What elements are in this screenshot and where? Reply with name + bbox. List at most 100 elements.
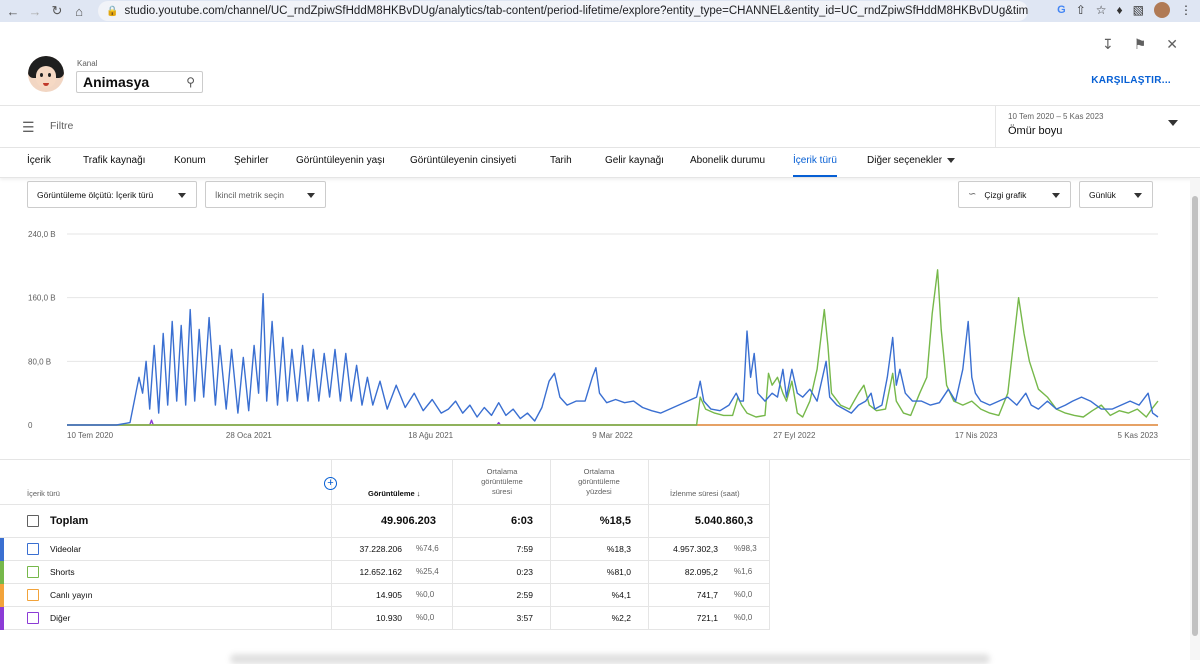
page-scrollbar[interactable] (1190, 178, 1200, 660)
row-watch-time: 741,7 (696, 590, 718, 600)
period-name: Ömür boyu (1008, 125, 1063, 137)
tab-traffic-source[interactable]: Trafik kaynağı (83, 155, 145, 166)
row-watch-pct: %1,6 (734, 567, 753, 576)
filter-icon[interactable]: ☰ (22, 119, 35, 136)
header-actions: ↧ ⚑ ✕ (1102, 36, 1178, 53)
tab-viewer-age[interactable]: Görüntüleyenin yaşı (296, 155, 385, 166)
filter-bar: ☰ Filtre 10 Tem 2020 – 5 Kas 2023 Ömür b… (0, 106, 1200, 148)
header-avg-duration[interactable]: Ortalama görüntüleme süresi (462, 467, 542, 497)
back-icon[interactable]: ← (2, 0, 24, 22)
tab-content[interactable]: İçerik (27, 155, 51, 166)
row-label: Diğer (50, 613, 71, 623)
row-watch-time: 4.957.302,3 (673, 544, 718, 554)
address-bar[interactable]: 🔒 studio.youtube.com/channel/UC_rndZpiwS… (98, 1, 1028, 21)
total-views: 49.906.203 (380, 515, 436, 527)
header-avg-percent[interactable]: Ortalama görüntüleme yüzdesi (558, 467, 640, 497)
row-views-pct: %25,4 (416, 567, 439, 576)
header-content-type: İçerik türü (27, 489, 60, 498)
tab-content-type[interactable]: İçerik türü (793, 155, 837, 166)
sort-down-icon: ↓ (416, 489, 421, 498)
row-views-pct: %0,0 (416, 613, 435, 622)
x-tick-label: 27 Eyl 2022 (773, 431, 816, 440)
total-label: Toplam (50, 515, 89, 527)
row-checkbox[interactable] (27, 566, 39, 578)
y-tick-label: 160,0 B (28, 294, 56, 303)
feedback-icon[interactable]: ⚑ (1134, 36, 1147, 53)
row-checkbox[interactable] (27, 543, 39, 555)
row-avg-percent: %18,3 (606, 544, 631, 554)
profile-avatar[interactable] (1154, 2, 1170, 18)
tab-date[interactable]: Tarih (550, 155, 572, 166)
row-label: Shorts (50, 567, 75, 577)
y-tick-label: 0 (28, 421, 33, 430)
y-tick-label: 240,0 B (28, 230, 56, 239)
table-row[interactable]: Diğer 10.930 %0,0 3:57 %2,2 721,1 %0,0 (0, 607, 770, 630)
metric-select[interactable]: Görüntüleme ölçütü: İçerik türü (27, 181, 197, 208)
add-metric-icon[interactable]: + (324, 477, 337, 490)
download-icon[interactable]: ↧ (1102, 36, 1114, 53)
share-icon[interactable]: ⇧ (1076, 3, 1086, 17)
table-row[interactable]: Shorts 12.652.162 %25,4 0:23 %81,0 82.095,2 %1… (0, 561, 770, 584)
metrics-table: İçerik türü + Görüntüleme ↓ Ortalama gör… (0, 459, 1190, 630)
menu-dots-icon[interactable]: ⋮ (1180, 3, 1192, 17)
secondary-metric-label: İkincil metrik seçin (215, 189, 284, 200)
compare-button[interactable]: KARŞILAŞTIR... (1091, 75, 1171, 86)
tab-viewer-gender[interactable]: Görüntüleyenin cinsiyeti (410, 155, 516, 166)
chevron-down-icon (1168, 120, 1178, 126)
row-color-marker (0, 584, 4, 607)
views-line-chart[interactable]: 240,0 B 160,0 B 80,0 B 0 10 Tem 2020 28 Oca 2… (0, 225, 1190, 455)
row-views: 37.228.206 (359, 544, 402, 554)
row-views-pct: %74,6 (416, 544, 439, 553)
home-icon[interactable]: ⌂ (68, 0, 90, 22)
channel-name: Animasya (83, 74, 150, 90)
tab-location[interactable]: Konum (174, 155, 206, 166)
tab-revenue-source[interactable]: Gelir kaynağı (605, 155, 664, 166)
channel-selector[interactable]: Animasya ⚲ (76, 71, 203, 93)
row-checkbox[interactable] (27, 515, 39, 527)
row-views: 14.905 (376, 590, 402, 600)
close-icon[interactable]: ✕ (1166, 36, 1178, 53)
tab-subscription-status[interactable]: Abonelik durumu (690, 155, 765, 166)
header-avg-duration-line: görüntüleme (481, 477, 523, 486)
url-text: studio.youtube.com/channel/UC_rndZpiwSfH… (124, 5, 1028, 17)
tab-cities[interactable]: Şehirler (234, 155, 268, 166)
x-tick-label: 18 Ağu 2021 (408, 431, 453, 440)
analytics-header: Kanal Animasya ⚲ ↧ ⚑ ✕ KARŞILAŞTIR... (0, 22, 1200, 106)
period-range: 10 Tem 2020 – 5 Kas 2023 (1008, 112, 1104, 121)
chart-type-label: Çizgi grafik (984, 189, 1027, 200)
granularity-select[interactable]: Günlük (1079, 181, 1153, 208)
row-checkbox[interactable] (27, 612, 39, 624)
header-avg-percent-line: Ortalama (583, 467, 615, 476)
table-row[interactable]: Canlı yayın 14.905 %0,0 2:59 %4,1 741,7 %0,0 (0, 584, 770, 607)
row-watch-time: 721,1 (696, 613, 718, 623)
secondary-metric-select[interactable]: İkincil metrik seçin (205, 181, 326, 208)
tab-more-options[interactable]: Diğer seçenekler (867, 155, 956, 166)
filter-input[interactable]: Filtre (50, 120, 73, 132)
table-row[interactable]: Videolar 37.228.206 %74,6 7:59 %18,3 4.957.30… (0, 538, 770, 561)
extensions-icon[interactable]: ♦ (1117, 3, 1123, 17)
header-views[interactable]: Görüntüleme ↓ (368, 489, 421, 499)
header-watch-time[interactable]: İzlenme süresi (saat) (670, 489, 740, 499)
active-tab-indicator (793, 175, 837, 177)
row-checkbox[interactable] (27, 589, 39, 601)
row-label: Videolar (50, 544, 82, 554)
channel-label: Kanal (77, 59, 98, 68)
lock-icon: 🔒 (106, 5, 119, 17)
bookmark-star-icon[interactable]: ☆ (1096, 3, 1107, 17)
sidebar-icon[interactable]: ▧ (1133, 3, 1144, 17)
reload-icon[interactable]: ↻ (46, 0, 68, 22)
google-icon[interactable]: G (1057, 4, 1066, 16)
browser-toolbar: ← → ↻ ⌂ 🔒 studio.youtube.com/channel/UC_… (0, 0, 1200, 22)
period-selector[interactable]: 10 Tem 2020 – 5 Kas 2023 Ömür boyu (995, 106, 1200, 148)
header-avg-percent-line: görüntüleme (578, 477, 620, 486)
row-color-marker (0, 561, 4, 584)
metric-select-label: Görüntüleme ölçütü: İçerik türü (37, 189, 154, 200)
row-views: 10.930 (376, 613, 402, 623)
search-icon[interactable]: ⚲ (186, 75, 195, 89)
chart-type-select[interactable]: ∽ Çizgi grafik (958, 181, 1071, 208)
x-tick-label: 10 Tem 2020 (67, 431, 114, 440)
table-row-total[interactable]: Toplam 49.906.203 6:03 %18,5 5.040.860,3 (0, 504, 770, 538)
series-line-diğer (67, 419, 1158, 426)
scrollbar-thumb[interactable] (1192, 196, 1198, 636)
forward-icon[interactable]: → (24, 0, 46, 22)
